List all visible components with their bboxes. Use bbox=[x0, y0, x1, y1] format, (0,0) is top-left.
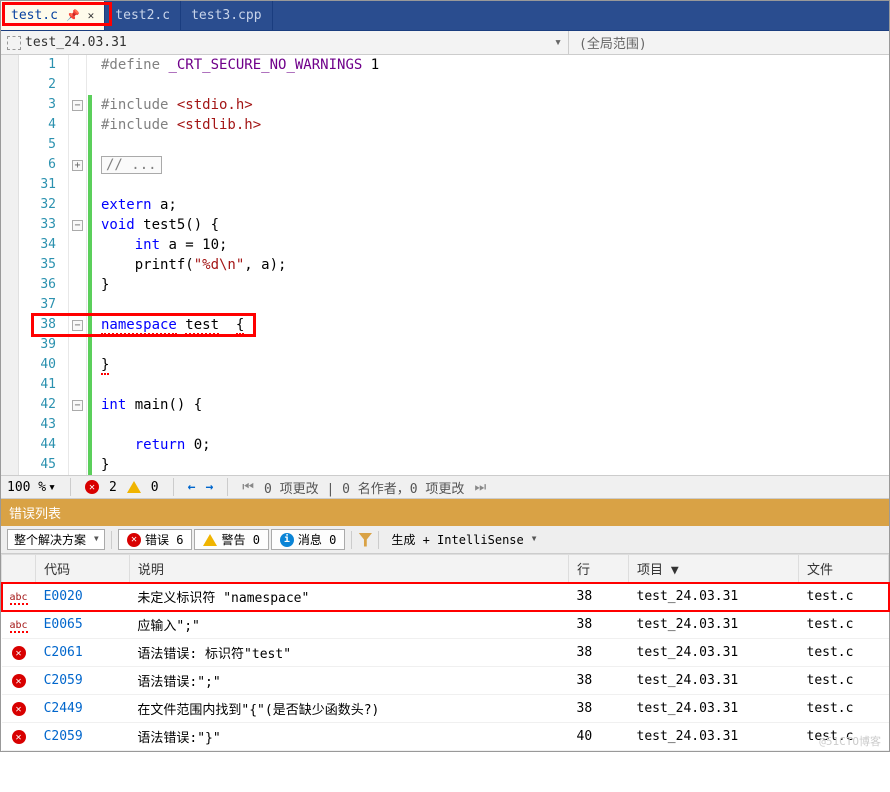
error-list-header: 错误列表 bbox=[1, 499, 889, 526]
col-code[interactable]: 代码 bbox=[36, 555, 130, 583]
error-desc: 语法错误:"}" bbox=[129, 723, 568, 751]
error-project: test_24.03.31 bbox=[629, 667, 799, 695]
fold-toggle[interactable]: − bbox=[72, 220, 83, 231]
changes-text: 0 项更改 | 0 名作者，0 项更改 bbox=[264, 478, 464, 497]
error-file: test.c bbox=[799, 583, 889, 611]
error-line: 38 bbox=[569, 611, 629, 639]
error-line: 38 bbox=[569, 695, 629, 723]
col-file[interactable]: 文件 bbox=[799, 555, 889, 583]
nav-scope-right[interactable]: (全局范围) bbox=[569, 31, 889, 54]
nav-scope-left[interactable]: test_24.03.31 ▾ bbox=[1, 31, 569, 54]
error-file: test.c bbox=[799, 695, 889, 723]
warning-icon bbox=[203, 534, 217, 546]
prev-change-icon[interactable]: ⏮ bbox=[242, 480, 254, 495]
error-icon[interactable]: ✕ bbox=[85, 480, 99, 494]
col-project[interactable]: 项目 ▼ bbox=[629, 555, 799, 583]
fold-toggle[interactable]: − bbox=[72, 400, 83, 411]
scope-dropdown[interactable]: 整个解决方案 bbox=[7, 529, 105, 550]
error-code: E0020 bbox=[36, 583, 130, 611]
error-row[interactable]: ✕ C2059 语法错误:";" 38 test_24.03.31 test.c bbox=[2, 667, 889, 695]
fold-toggle[interactable]: − bbox=[72, 100, 83, 111]
error-project: test_24.03.31 bbox=[629, 695, 799, 723]
error-project: test_24.03.31 bbox=[629, 723, 799, 751]
error-desc: 在文件范围内找到"{"(是否缺少函数头?) bbox=[129, 695, 568, 723]
error-line: 38 bbox=[569, 667, 629, 695]
warnings-filter-button[interactable]: 警告 0 bbox=[194, 529, 268, 550]
error-count: 2 bbox=[109, 480, 117, 495]
watermark: @51CTO博客 bbox=[819, 733, 881, 749]
fold-column[interactable]: −+−−− bbox=[69, 55, 87, 475]
error-row[interactable]: abc E0020 未定义标识符 "namespace" 38 test_24.… bbox=[2, 583, 889, 611]
col-desc[interactable]: 说明 bbox=[129, 555, 568, 583]
error-row[interactable]: abc E0065 应输入";" 38 test_24.03.31 test.c bbox=[2, 611, 889, 639]
col-severity[interactable] bbox=[2, 555, 36, 583]
zoom-control[interactable]: 100 % ▾ bbox=[7, 480, 56, 495]
chevron-down-icon[interactable]: ▾ bbox=[554, 35, 562, 50]
nav-fwd-icon[interactable]: → bbox=[205, 480, 213, 495]
error-code: C2061 bbox=[36, 639, 130, 667]
error-project: test_24.03.31 bbox=[629, 611, 799, 639]
nav-scope-right-text: (全局范围) bbox=[579, 33, 647, 52]
error-icon: ✕ bbox=[127, 533, 141, 547]
error-code: E0065 bbox=[36, 611, 130, 639]
filter-icon[interactable] bbox=[358, 533, 372, 547]
tab-label: test3.cpp bbox=[191, 8, 261, 23]
error-file: test.c bbox=[799, 667, 889, 695]
tab-label: test2.c bbox=[115, 8, 170, 23]
code-editor[interactable]: 123456313233343536373839404142434445 − + −… bbox=[1, 55, 889, 475]
error-project: test_24.03.31 bbox=[629, 639, 799, 667]
error-line: 38 bbox=[569, 583, 629, 611]
tab-test2-c[interactable]: test2.c bbox=[105, 1, 181, 30]
highlight-box-namespace bbox=[31, 313, 256, 337]
error-icon: ✕ bbox=[12, 702, 26, 716]
nav-back-icon[interactable]: ← bbox=[188, 480, 196, 495]
build-intellisense-dropdown[interactable]: 生成 + IntelliSense bbox=[385, 530, 541, 549]
error-code: C2059 bbox=[36, 667, 130, 695]
warning-icon[interactable] bbox=[127, 481, 141, 493]
table-header-row[interactable]: 代码 说明 行 项目 ▼ 文件 bbox=[2, 555, 889, 583]
intellisense-icon: abc bbox=[10, 620, 28, 633]
code-content[interactable]: #define _CRT_SECURE_NO_WARNINGS 1#includ… bbox=[93, 55, 889, 475]
error-desc: 应输入";" bbox=[129, 611, 568, 639]
editor-tabs: test.c📌✕test2.ctest3.cpp bbox=[1, 1, 889, 31]
editor-status-bar: 100 % ▾ ✕ 2 0 ← → ⏮ 0 项更改 | 0 名作者，0 项更改 ⏭ bbox=[1, 475, 889, 499]
messages-filter-button[interactable]: i消息 0 bbox=[271, 529, 345, 550]
error-line: 38 bbox=[569, 639, 629, 667]
error-table: 代码 说明 行 项目 ▼ 文件 abc E0020 未定义标识符 "namesp… bbox=[1, 554, 889, 751]
next-change-icon[interactable]: ⏭ bbox=[474, 480, 486, 495]
line-numbers: 123456313233343536373839404142434445 bbox=[19, 55, 69, 475]
error-row[interactable]: ✕ C2059 语法错误:"}" 40 test_24.03.31 test.c bbox=[2, 723, 889, 751]
error-desc: 语法错误:";" bbox=[129, 667, 568, 695]
highlight-box-tab bbox=[2, 2, 112, 26]
fold-toggle[interactable]: + bbox=[72, 160, 83, 171]
intellisense-icon: abc bbox=[10, 592, 28, 605]
error-icon: ✕ bbox=[12, 646, 26, 660]
error-code: C2059 bbox=[36, 723, 130, 751]
error-row[interactable]: ✕ C2061 语法错误: 标识符"test" 38 test_24.03.31… bbox=[2, 639, 889, 667]
chevron-down-icon[interactable]: ▾ bbox=[48, 480, 56, 495]
error-list-toolbar: 整个解决方案 ✕错误 6 警告 0 i消息 0 生成 + IntelliSens… bbox=[1, 526, 889, 554]
nav-scope-text: test_24.03.31 bbox=[25, 35, 550, 50]
error-desc: 语法错误: 标识符"test" bbox=[129, 639, 568, 667]
error-icon: ✕ bbox=[12, 674, 26, 688]
error-code: C2449 bbox=[36, 695, 130, 723]
error-icon: ✕ bbox=[12, 730, 26, 744]
margin-ruler bbox=[1, 55, 19, 475]
error-row[interactable]: ✕ C2449 在文件范围内找到"{"(是否缺少函数头?) 38 test_24… bbox=[2, 695, 889, 723]
error-project: test_24.03.31 bbox=[629, 583, 799, 611]
warning-count: 0 bbox=[151, 480, 159, 495]
tab-test3-cpp[interactable]: test3.cpp bbox=[181, 1, 272, 30]
error-line: 40 bbox=[569, 723, 629, 751]
info-icon: i bbox=[280, 533, 294, 547]
nav-bar: test_24.03.31 ▾ (全局范围) bbox=[1, 31, 889, 55]
error-desc: 未定义标识符 "namespace" bbox=[129, 583, 568, 611]
errors-filter-button[interactable]: ✕错误 6 bbox=[118, 529, 192, 550]
col-line[interactable]: 行 bbox=[569, 555, 629, 583]
error-file: test.c bbox=[799, 639, 889, 667]
error-file: test.c bbox=[799, 611, 889, 639]
scope-icon bbox=[7, 36, 21, 50]
